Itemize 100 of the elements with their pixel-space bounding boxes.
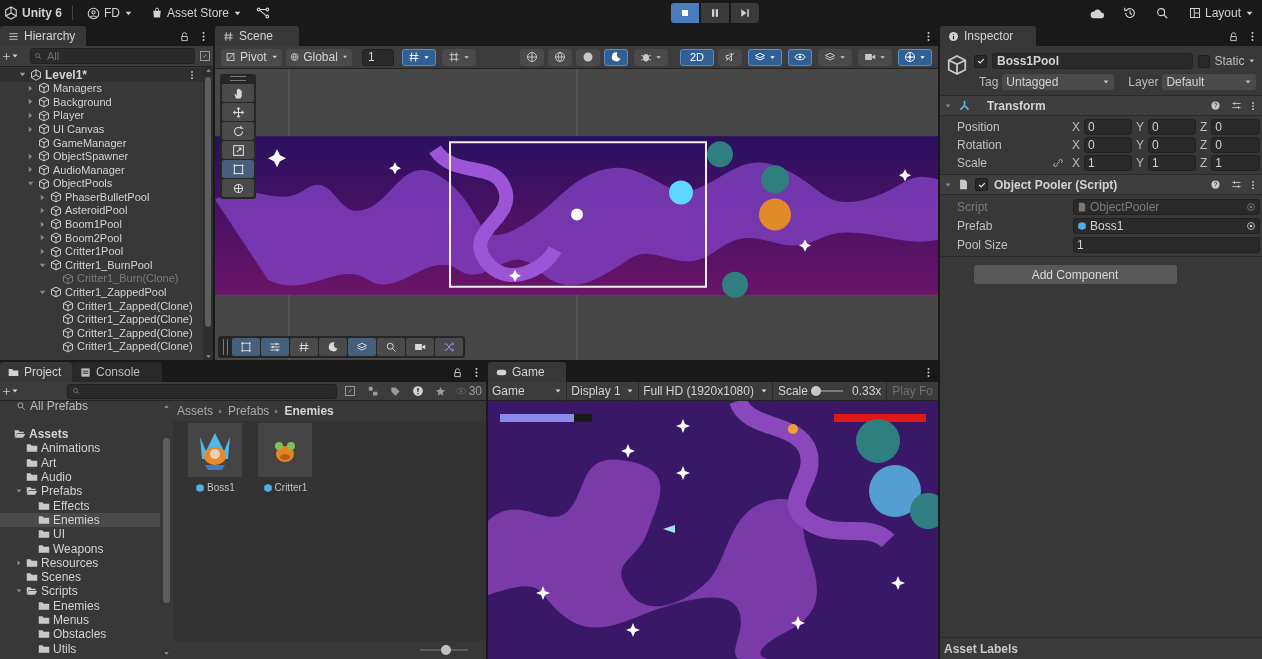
play-button[interactable] [671, 3, 699, 23]
hierarchy-item[interactable]: Critter1_Zapped(Clone) [0, 299, 203, 313]
step-button[interactable] [731, 3, 759, 23]
toolbar-button[interactable] [547, 48, 572, 66]
scene-search-icon[interactable] [343, 385, 356, 397]
search-field[interactable]: All [30, 48, 195, 64]
toolbar-button[interactable] [898, 48, 932, 66]
search-icon[interactable] [1154, 6, 1169, 20]
tool-button[interactable] [222, 84, 254, 102]
type-filter-icon[interactable] [366, 385, 379, 397]
folder-item[interactable]: Assets [0, 427, 160, 442]
slider-thumb[interactable] [441, 645, 452, 655]
asset-tile[interactable]: Boss1 [187, 423, 243, 495]
search-field[interactable] [67, 383, 337, 399]
toolbar-button[interactable] [633, 48, 668, 66]
number-field[interactable]: 1 [1148, 155, 1196, 171]
toolbar-button[interactable] [718, 48, 742, 66]
hierarchy-item[interactable]: Background [0, 95, 203, 109]
lock-icon[interactable] [1228, 30, 1239, 42]
presets-icon[interactable] [1231, 100, 1242, 111]
folder-item[interactable]: Utils [0, 641, 160, 656]
panel-tab[interactable]: Game [488, 362, 566, 382]
folder-item[interactable]: Weapons [0, 541, 160, 556]
tool-button[interactable] [222, 122, 254, 140]
scrollbar-thumb[interactable] [205, 77, 211, 327]
number-field[interactable]: 1 [1073, 236, 1260, 253]
hierarchy-item[interactable]: ObjectPools [0, 176, 203, 191]
scroll-down-icon[interactable] [163, 650, 170, 657]
panel-tab[interactable]: Hierarchy [0, 26, 86, 46]
hierarchy-item[interactable]: Player [0, 108, 203, 123]
layout-dropdown[interactable]: Layout [1184, 3, 1258, 23]
component-header[interactable]: Transform [940, 96, 1262, 116]
hierarchy-item[interactable]: Boom1Pool [0, 217, 203, 232]
add-component-button[interactable]: Add Component [973, 265, 1177, 284]
version-control-icon[interactable] [256, 6, 271, 20]
folder-item[interactable]: UI [0, 527, 160, 542]
scroll-down-icon[interactable] [204, 353, 212, 360]
hierarchy-item[interactable]: Critter1_ZappedPool [0, 285, 203, 300]
help-icon[interactable] [1210, 179, 1221, 190]
asset-tile[interactable]: Critter1 [257, 423, 313, 495]
number-field[interactable]: 0 [1084, 119, 1132, 135]
toolbar-button[interactable] [818, 48, 852, 66]
toolbar-button[interactable]: 2D [679, 48, 714, 66]
tag-dropdown[interactable]: Untagged [1002, 74, 1115, 90]
number-field[interactable]: 0 [1148, 119, 1196, 135]
panel-tab[interactable]: Scene [215, 26, 299, 46]
folder-item[interactable]: Enemies [0, 512, 160, 528]
favorite-item[interactable]: All Prefabs [0, 401, 160, 413]
folder-item[interactable]: Animations [0, 441, 160, 456]
tool-button[interactable] [222, 141, 254, 159]
overlay-tool-button[interactable] [377, 338, 405, 356]
toolbar-button[interactable] [441, 48, 476, 66]
hierarchy-item[interactable]: Critter1_Zapped(Clone) [0, 326, 203, 340]
folder-item[interactable]: Resources [0, 555, 160, 570]
caret-icon[interactable] [1248, 57, 1256, 65]
folder-item[interactable]: Menus [0, 612, 160, 628]
number-field[interactable]: 0 [1211, 137, 1260, 153]
hierarchy-item[interactable]: AsteroidPool [0, 203, 203, 218]
hierarchy-item[interactable]: GameManager [0, 135, 203, 150]
tool-button[interactable] [222, 103, 254, 121]
dropdown[interactable]: Game [488, 381, 568, 401]
hierarchy-item[interactable]: AudioManager [0, 163, 203, 177]
link-icon[interactable] [1052, 157, 1064, 169]
layer-dropdown[interactable]: Default [1162, 74, 1256, 90]
number-field[interactable]: 1 [1084, 155, 1132, 171]
overlay-tool-button[interactable] [348, 338, 376, 356]
panel-tab[interactable]: Project [0, 362, 72, 382]
number-field[interactable]: 0 [1084, 137, 1132, 153]
hierarchy-item[interactable]: Critter1_Zapped(Clone) [0, 312, 203, 327]
number-field[interactable]: 1 [1211, 155, 1260, 171]
hierarchy-item[interactable]: Managers [0, 81, 203, 96]
scroll-up-icon[interactable] [163, 403, 170, 410]
scene-search-icon[interactable] [199, 50, 211, 62]
label-filter-icon[interactable] [389, 385, 401, 397]
toolbar-button[interactable] [603, 48, 628, 66]
dropdown[interactable]: Display 1 [567, 381, 640, 401]
overlay-tool-button[interactable] [290, 338, 318, 356]
hierarchy-item[interactable]: Critter1_BurnPool [0, 258, 203, 272]
dropdown[interactable]: Full HD (1920x1080) [639, 381, 773, 401]
breadcrumb-link[interactable]: Enemies [284, 402, 334, 420]
asset-store-dropdown[interactable]: Asset Store [147, 3, 247, 23]
folder-item[interactable]: Audio [0, 469, 160, 485]
overlay-tool-button[interactable] [232, 338, 260, 356]
folder-item[interactable]: Obstacles [0, 627, 160, 642]
object-field[interactable]: Boss1 [1073, 217, 1260, 234]
toolbar-button[interactable] [788, 48, 812, 66]
folder-item[interactable]: Prefabs [0, 484, 160, 499]
help-icon[interactable] [1210, 100, 1221, 111]
toolbar-button[interactable] [748, 48, 782, 66]
static-checkbox[interactable] [1198, 54, 1211, 68]
warning-icon[interactable] [411, 385, 424, 397]
tool-button[interactable] [222, 179, 254, 197]
name-field[interactable]: Boss1Pool [992, 53, 1193, 69]
lock-icon[interactable] [179, 30, 190, 42]
breadcrumb-link[interactable]: Prefabs [228, 402, 270, 420]
hierarchy-item[interactable]: UI Canvas [0, 122, 203, 136]
global-dropdown[interactable]: Global [286, 48, 352, 66]
number-field[interactable]: 0 [1148, 137, 1196, 153]
account-dropdown[interactable]: FD [83, 3, 137, 23]
hidden-packages-toggle[interactable]: 30 [452, 382, 484, 400]
